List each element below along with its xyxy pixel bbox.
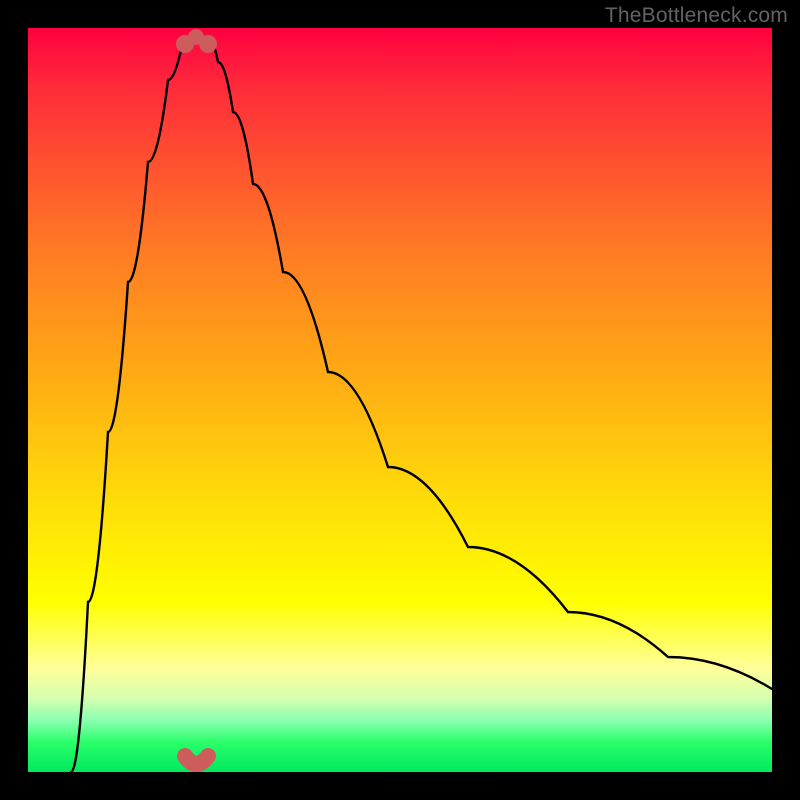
curve-valley-floor — [185, 756, 208, 764]
chart-frame: TheBottleneck.com — [0, 0, 800, 800]
curve-left-branch — [71, 37, 188, 772]
valley-marker-floor — [188, 29, 204, 45]
curve-right-branch — [208, 37, 772, 689]
plot-area — [28, 28, 772, 772]
watermark-text: TheBottleneck.com — [605, 4, 788, 28]
bottleneck-curve — [28, 28, 772, 772]
